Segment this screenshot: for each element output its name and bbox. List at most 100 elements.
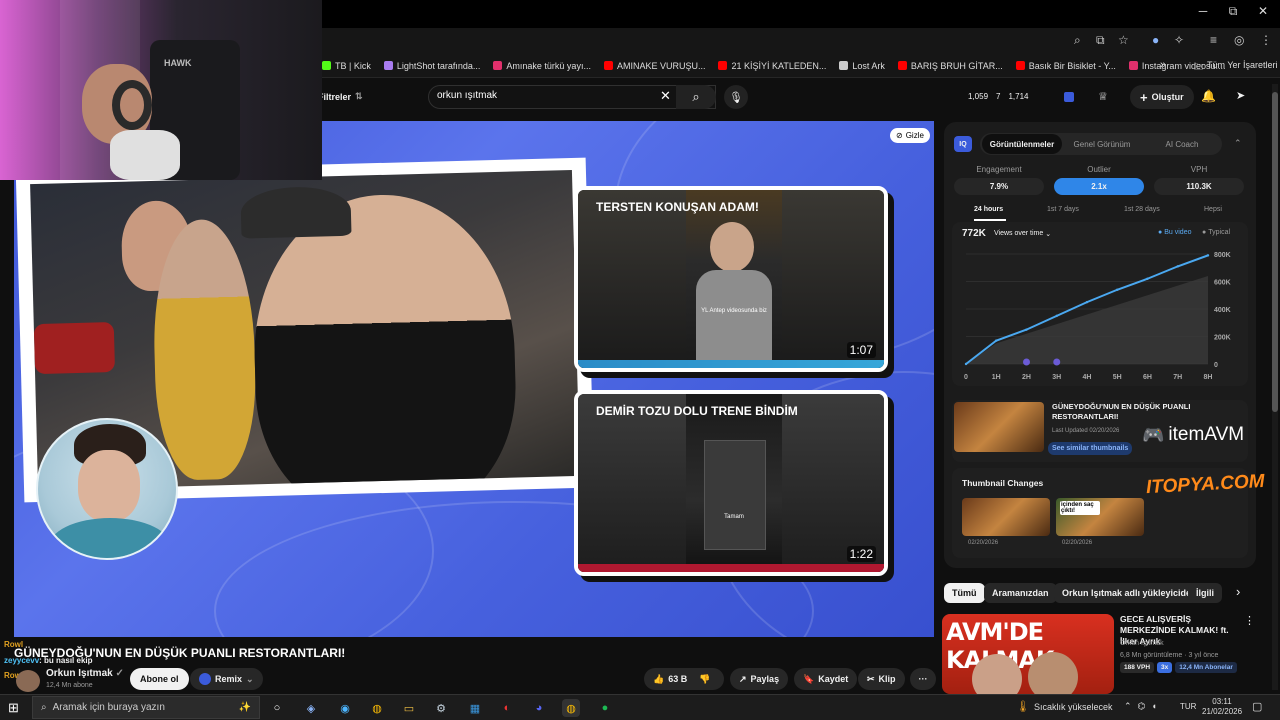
channel-name[interactable]: Orkun Işıtmak ✓ [46, 668, 124, 679]
all-bookmarks-button[interactable]: 🗀 Tüm Yer İşaretleri [1194, 60, 1278, 76]
x-tick-label: 5H [1113, 374, 1122, 381]
scrollbar-thumb[interactable] [1272, 92, 1278, 412]
voice-search-button[interactable]: 🎙 [724, 85, 748, 109]
range-all[interactable]: Hepsi [1204, 206, 1222, 213]
language-indicator[interactable]: TUR [1180, 702, 1196, 711]
bookmark-item[interactable]: Amınake türkü yayı... [493, 61, 591, 71]
clear-search-icon[interactable]: ✕ [660, 88, 671, 104]
minimize-button[interactable]: ─ [1188, 4, 1218, 18]
notifications-bell-icon[interactable]: 🔔 [1201, 89, 1216, 103]
iq-icon[interactable] [1064, 92, 1074, 102]
last-updated: Last Updated 02/20/2026 [1052, 428, 1120, 434]
file-explorer-icon[interactable]: ▭ [400, 699, 418, 717]
short-card-1[interactable]: YL Antep videosunda biz TERSTEN KONUŞAN … [574, 186, 888, 372]
range-24h[interactable]: 24 hours [974, 206, 1003, 213]
clip-label: Klip [878, 674, 896, 684]
maximize-button[interactable]: ⧉ [1218, 4, 1248, 19]
remix-button[interactable]: Remix ⌄ [190, 668, 263, 690]
subscribe-button[interactable]: Abone ol [130, 668, 189, 690]
data-point [1116, 288, 1119, 291]
bookmark-item[interactable]: AMINAKE VURUŞU... [603, 61, 705, 71]
chevron-right-icon[interactable]: › [1236, 584, 1240, 599]
app-icon[interactable]: ◈ [302, 699, 320, 717]
bookmarks-overflow-button[interactable]: » [1160, 59, 1166, 71]
weather-text[interactable]: Sıcaklık yükselecek [1034, 702, 1113, 712]
steam-icon[interactable]: ⚙ [432, 699, 450, 717]
tab-ai-coach[interactable]: AI Coach [1142, 134, 1222, 154]
browser-menu-icon[interactable]: ⋮ [1260, 33, 1272, 47]
search-input[interactable]: orkun ışıtmak [428, 85, 716, 109]
event-marker [1023, 358, 1030, 366]
reco-channel[interactable]: Orkun Işıtmak [1120, 640, 1164, 647]
reco-badges: 188 VPH 3x 12,4 Mn Abonelar [1120, 662, 1237, 673]
subscriber-count: 12,4 Mn abone [46, 682, 93, 689]
weather-icon[interactable]: 🌡 [1016, 700, 1030, 713]
filter-chip-related[interactable]: İlgili [1188, 583, 1222, 603]
task-view-icon[interactable]: ○ [268, 699, 286, 717]
search-button[interactable]: ⌕ [676, 85, 716, 109]
thumbnail-version[interactable] [962, 498, 1050, 536]
chrome-active-icon[interactable]: ◍ [562, 699, 580, 717]
taskbar-search[interactable]: ⌕ Aramak için buraya yazın ✨ [32, 696, 260, 719]
profile-icon[interactable]: ◎ [1234, 33, 1244, 47]
bookmark-item[interactable]: LightShot tarafında... [383, 61, 480, 71]
more-actions-button[interactable]: ··· [910, 668, 936, 690]
edge-icon[interactable]: ◉ [336, 699, 354, 717]
filter-chip-all[interactable]: Tümü [944, 583, 985, 603]
create-button[interactable]: + Oluştur [1130, 85, 1194, 109]
scrollbar[interactable] [1272, 84, 1278, 690]
see-similar-button[interactable]: See similar thumbnails [1048, 442, 1133, 455]
thumbnail-date: 02/20/2026 [968, 540, 999, 546]
like-button[interactable]: 👍 63 B 👎 [644, 668, 724, 690]
bookmark-item[interactable]: Lost Ark [839, 61, 885, 71]
zoom-icon[interactable]: ⌕ [1074, 33, 1081, 48]
save-button[interactable]: 🔖 Kaydet [794, 668, 858, 690]
close-window-button[interactable]: ✕ [1248, 4, 1278, 18]
channel-avatar[interactable] [16, 670, 40, 692]
reco-thumbnail[interactable]: AVM'DE KALMAK [942, 614, 1114, 694]
extension-iq-icon[interactable]: ● [1152, 33, 1159, 47]
bookmark-item[interactable]: TB | Kick [322, 61, 371, 71]
trophy-icon[interactable]: ♕ [1098, 90, 1108, 103]
clock[interactable]: 03:11 21/02/2026 [1202, 697, 1242, 718]
reco-meta: 6,8 Mn görüntüleme · 3 yıl önce [1120, 652, 1219, 659]
views-mode-select[interactable]: Views over time ⌄ [994, 230, 1051, 238]
bookmark-item[interactable]: Basık Bir Bisiklet - Y... [1015, 61, 1116, 71]
thumbnail-version[interactable]: içinden saç çıktı! [1056, 498, 1144, 536]
tab-views[interactable]: Görüntülenmeler [982, 134, 1062, 154]
filter-chip-from-search[interactable]: Aramanızdan [984, 583, 1057, 603]
send-icon[interactable]: ➤ [1236, 89, 1245, 102]
filters-button[interactable]: Filtreler ⇅ [318, 91, 363, 102]
range-28d[interactable]: 1st 28 days [1124, 206, 1160, 213]
range-7d[interactable]: 1st 7 days [1047, 206, 1079, 213]
star-bookmark-icon[interactable]: ☆ [1118, 33, 1129, 47]
bookmarks-bar: TB | Kick LightShot tarafında... Amınake t… [322, 54, 1280, 78]
legend-dot-icon: ● [1202, 229, 1207, 236]
tab-overview[interactable]: Genel Görünüm [1062, 134, 1142, 154]
spotify-icon[interactable]: ● [596, 699, 614, 717]
short-card-2[interactable]: Tamam DEMİR TOZU DOLU TRENE BİNDİM 1:22 [574, 390, 888, 576]
discord-icon[interactable]: ◕ [530, 699, 548, 717]
hide-button[interactable]: ⊘ Gizle [890, 128, 930, 143]
search-icon: ⌕ [41, 702, 47, 713]
tab-search-icon[interactable]: ≡ [1210, 33, 1217, 47]
more-vert-icon[interactable]: ⋮ [1244, 614, 1255, 627]
share-button[interactable]: ↗ Paylaş [730, 668, 789, 690]
app-icon[interactable]: ◐ [498, 699, 516, 717]
install-app-icon[interactable]: ⧉ [1096, 33, 1105, 48]
y-tick-label: 800K [1214, 252, 1231, 259]
store-icon[interactable]: ▦ [466, 699, 484, 717]
related-thumbnail[interactable] [954, 402, 1044, 452]
bookmark-item[interactable]: BARIŞ BRUH GİTAR... [897, 61, 1003, 71]
create-label: Oluştur [1151, 92, 1184, 102]
collapse-icon[interactable]: ⌃ [1234, 138, 1242, 149]
clip-button[interactable]: ✂ Klip [858, 668, 905, 690]
x-tick-label: 0 [964, 374, 968, 381]
system-tray[interactable]: ⌃ ⌬ ◖ [1124, 701, 1157, 712]
bookmark-item[interactable]: 21 KİŞİYİ KATLEDEN... [718, 61, 826, 71]
chrome-icon[interactable]: ◍ [368, 699, 386, 717]
filter-chip-uploader[interactable]: Orkun Işıtmak adlı yükleyiciden [1054, 583, 1205, 603]
extensions-icon[interactable]: ✧ [1174, 33, 1184, 47]
notification-center-icon[interactable]: ▢ [1252, 700, 1262, 713]
windows-start-icon[interactable]: ⊞ [8, 700, 19, 716]
